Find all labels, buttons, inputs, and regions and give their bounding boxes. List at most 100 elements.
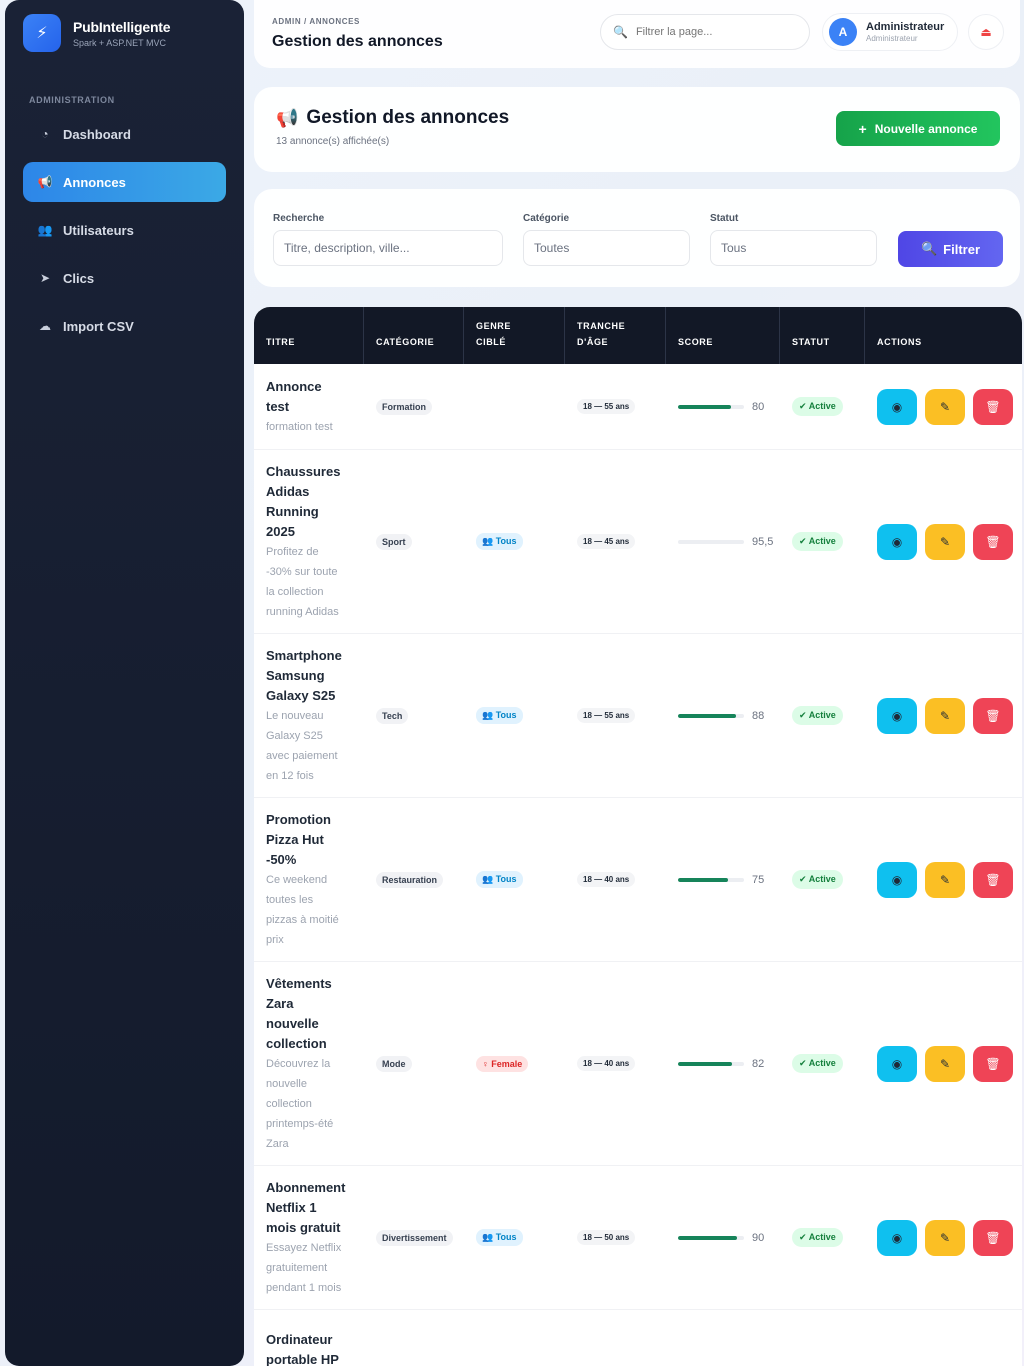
announcement-title-line: Adidas bbox=[266, 483, 310, 499]
edit-icon: ✎ bbox=[939, 399, 951, 414]
edit-button[interactable]: ✎ bbox=[925, 523, 965, 560]
col-gender[interactable]: GENRE CIBLÉ bbox=[464, 307, 565, 364]
announcement-title-line: Abonnement bbox=[266, 1179, 346, 1195]
user-menu[interactable]: A Administrateur Administrateur bbox=[822, 13, 958, 51]
announcement-desc-line: nouvelle bbox=[266, 1077, 307, 1090]
cell-category: Formation bbox=[364, 364, 464, 449]
user-role: Administrateur bbox=[866, 34, 918, 43]
cell-score: 95,5 bbox=[666, 450, 780, 633]
delete-button[interactable]: 🗑 bbox=[973, 388, 1013, 425]
score-bar-fill bbox=[678, 1061, 733, 1066]
delete-button[interactable]: 🗑 bbox=[973, 861, 1013, 898]
gender-badge: 👥 Tous bbox=[476, 871, 523, 888]
sidebar-nav: ◔ Dashboard 📢 Annonces 👥 Utilisateurs ➤ Clics ☁ I… bbox=[23, 114, 226, 354]
score-display: 80 bbox=[678, 401, 764, 413]
breadcrumb: ADMIN / ANNONCES bbox=[272, 17, 360, 26]
search-field[interactable]: Titre, description, ville... bbox=[273, 230, 503, 266]
sidebar-item-import-csv[interactable]: ☁ Import CSV bbox=[23, 306, 226, 346]
status-select[interactable]: Tous bbox=[710, 230, 877, 266]
new-announcement-button[interactable]: + Nouvelle annonce bbox=[836, 111, 1000, 146]
table-row: Smartphone Samsung Galaxy S25 Le nouveau Gal… bbox=[254, 634, 1022, 798]
trash-icon: 🗑 bbox=[985, 872, 1001, 887]
view-button[interactable]: ◉ bbox=[877, 697, 917, 734]
age-range-badge: 18 — 55 ans bbox=[577, 708, 636, 723]
edit-button[interactable]: ✎ bbox=[925, 388, 965, 425]
edit-button[interactable]: ✎ bbox=[925, 697, 965, 734]
sidebar-item-annonces[interactable]: 📢 Annonces bbox=[23, 162, 226, 202]
announcement-title-line: nouvelle bbox=[266, 1015, 319, 1031]
delete-button[interactable]: 🗑 bbox=[973, 523, 1013, 560]
eye-icon: ◉ bbox=[891, 399, 903, 414]
edit-button[interactable]: ✎ bbox=[925, 1219, 965, 1256]
status-badge: ✔ Active bbox=[792, 870, 843, 889]
sidebar: ⚡ PubIntelligente Spark + ASP.NET MVC AD… bbox=[5, 0, 244, 1366]
col-gender-line2: CIBLÉ bbox=[476, 337, 506, 347]
col-category[interactable]: CATÉGORIE bbox=[364, 307, 464, 364]
age-range-badge: 18 — 40 ans bbox=[577, 1056, 636, 1071]
filter-button[interactable]: 🔍 Filtrer bbox=[898, 231, 1003, 267]
cell-status: ✔ Active bbox=[780, 962, 865, 1165]
sidebar-item-label: Annonces bbox=[63, 174, 126, 190]
cell-category: Divertissement bbox=[364, 1166, 464, 1309]
score-bar bbox=[678, 1061, 744, 1066]
col-age-line1: TRANCHE bbox=[577, 321, 626, 331]
page-search-input[interactable] bbox=[635, 26, 796, 38]
view-button[interactable]: ◉ bbox=[877, 1045, 917, 1082]
score-display: 75 bbox=[678, 874, 764, 886]
announcement-desc-line: toutes les bbox=[266, 893, 314, 906]
announcement-desc-line: gratuitement bbox=[266, 1261, 328, 1274]
delete-button[interactable]: 🗑 bbox=[973, 697, 1013, 734]
sidebar-item-clics[interactable]: ➤ Clics bbox=[23, 258, 226, 298]
age-range-badge: 18 — 50 ans bbox=[577, 1230, 636, 1245]
megaphone-icon: 📢 bbox=[276, 107, 299, 128]
table-row: Chaussures Adidas Running 2025 Profitez de -3… bbox=[254, 450, 1022, 634]
cell-gender: 👥 Tous bbox=[464, 450, 565, 633]
view-button[interactable]: ◉ bbox=[877, 1219, 917, 1256]
cell-title: Smartphone Samsung Galaxy S25 Le nouveau Gal… bbox=[254, 634, 364, 797]
search-icon: 🔍 bbox=[920, 241, 938, 256]
eye-icon: ◉ bbox=[891, 872, 903, 887]
cell-actions: ◉ ✎ 🗑 bbox=[865, 798, 1022, 961]
sidebar-item-dashboard[interactable]: ◔ Dashboard bbox=[23, 114, 226, 154]
announcement-desc-line: formation test bbox=[266, 420, 333, 433]
status-badge: ✔ Active bbox=[792, 706, 843, 725]
sidebar-item-utilisateurs[interactable]: 👥 Utilisateurs bbox=[23, 210, 226, 250]
cell-status: ✔ Active bbox=[780, 1166, 865, 1309]
category-badge: Restauration bbox=[376, 871, 444, 888]
edit-button[interactable]: ✎ bbox=[925, 861, 965, 898]
logout-icon: ⏏ bbox=[980, 25, 992, 39]
score-value: 90 bbox=[752, 1231, 765, 1244]
announcement-desc-line: running Adidas bbox=[266, 605, 339, 618]
cell-age: 18 — 45 ans bbox=[565, 450, 666, 633]
col-age[interactable]: TRANCHE D'ÂGE bbox=[565, 307, 666, 364]
category-select[interactable]: Toutes bbox=[523, 230, 690, 266]
trash-icon: 🗑 bbox=[985, 1056, 1001, 1071]
announcement-title-line: portable HP bbox=[266, 1351, 339, 1366]
view-button[interactable]: ◉ bbox=[877, 523, 917, 560]
view-button[interactable]: ◉ bbox=[877, 388, 917, 425]
eye-icon: ◉ bbox=[891, 534, 903, 549]
cell-status: ✔ Active bbox=[780, 450, 865, 633]
megaphone-icon: 📢 bbox=[37, 175, 53, 189]
logout-button[interactable]: ⏏ bbox=[968, 14, 1004, 50]
status-badge: ✔ Active bbox=[792, 397, 843, 416]
delete-button[interactable]: 🗑 bbox=[973, 1219, 1013, 1256]
cell-score: 80 bbox=[666, 364, 780, 449]
cell-age: 18 — 40 ans bbox=[565, 798, 666, 961]
plus-icon: + bbox=[858, 120, 867, 137]
delete-button[interactable]: 🗑 bbox=[973, 1045, 1013, 1082]
col-score[interactable]: SCORE bbox=[666, 307, 780, 364]
announcement-title-line: test bbox=[266, 398, 290, 414]
announcement-desc-line: Galaxy S25 bbox=[266, 729, 323, 742]
col-status[interactable]: STATUT bbox=[780, 307, 865, 364]
announcement-title-line: Galaxy S25 bbox=[266, 687, 336, 703]
score-bar-fill bbox=[678, 713, 737, 718]
col-title[interactable]: TITRE bbox=[254, 307, 364, 364]
announcement-title-line: Samsung bbox=[266, 667, 325, 683]
edit-icon: ✎ bbox=[939, 872, 951, 887]
category-label: Catégorie bbox=[523, 213, 570, 224]
view-button[interactable]: ◉ bbox=[877, 861, 917, 898]
edit-button[interactable]: ✎ bbox=[925, 1045, 965, 1082]
page-search[interactable]: 🔍 bbox=[600, 14, 810, 50]
category-badge: Formation bbox=[376, 398, 432, 415]
